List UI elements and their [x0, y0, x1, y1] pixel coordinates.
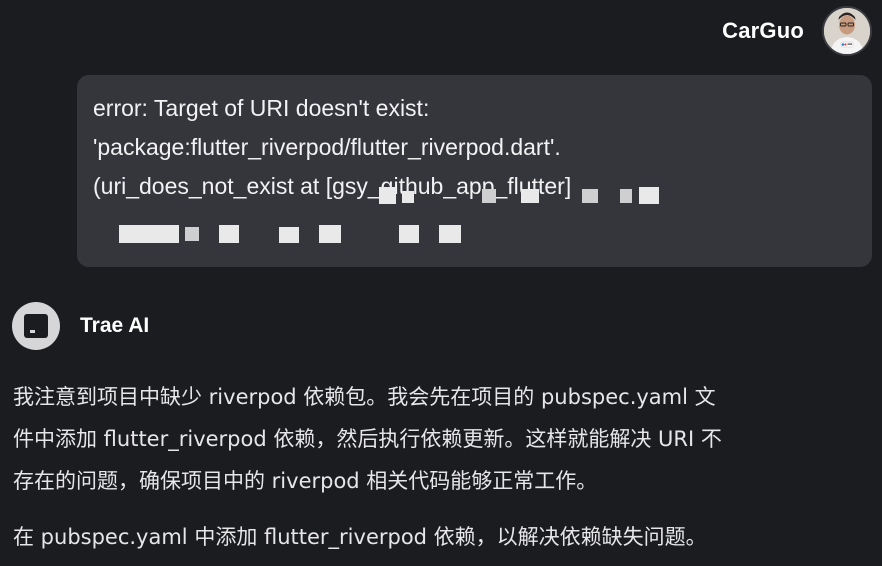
redaction-block: [399, 225, 419, 243]
error-line: error: Target of URI doesn't exist:: [93, 95, 430, 121]
reply-paragraph: 在 pubspec.yaml 中添加 flutter_riverpod 依赖，以…: [13, 525, 707, 549]
reply-paragraph: 我注意到项目中缺少 riverpod 依赖包。我会先在项目的 pubspec.y…: [13, 376, 875, 502]
clipped-region: [77, 210, 872, 226]
redaction-block: [219, 225, 239, 243]
user-message-bubble: error: Target of URI doesn't exist: 'pac…: [77, 75, 872, 267]
redaction-block: [119, 225, 179, 243]
redaction-block: [185, 227, 199, 241]
redaction-block: [582, 189, 598, 203]
reply-line: 件中添加 flutter_riverpod 依赖，然后执行依赖更新。这样就能解决…: [13, 427, 722, 451]
reply-line: 我注意到项目中缺少 riverpod 依赖包。我会先在项目的 pubspec.y…: [13, 385, 716, 409]
redaction-block: [482, 189, 496, 203]
truncate-fade: [77, 253, 872, 267]
reply-line: 存在的问题，确保项目中的 riverpod 相关代码能够正常工作。: [13, 469, 598, 493]
redaction-block: [319, 225, 341, 243]
redaction-block: [402, 191, 414, 203]
assistant-name: Trae AI: [80, 314, 150, 337]
chat-panel: CarGuo error: Target of URI doesn't exis…: [0, 0, 882, 566]
error-line: 'package:flutter_riverpod/flutter_riverp…: [93, 134, 561, 160]
trae-logo-icon: [24, 314, 48, 338]
redaction-block: [639, 187, 659, 204]
assistant-avatar: [12, 302, 60, 350]
assistant-reply: 我注意到项目中缺少 riverpod 依赖包。我会先在项目的 pubspec.y…: [13, 376, 875, 558]
avatar-image: [824, 8, 870, 54]
redaction-block: [439, 225, 461, 243]
error-line: (uri_does_not_exist at [gsy_github_app_f…: [93, 173, 572, 199]
user-header: CarGuo: [722, 6, 872, 56]
redaction-block: [620, 189, 632, 203]
person-avatar-icon[interactable]: [822, 6, 872, 56]
redaction-block: [279, 227, 299, 243]
user-name: CarGuo: [722, 18, 804, 43]
assistant-header: Trae AI: [12, 302, 149, 350]
redaction-block: [379, 187, 396, 204]
redaction-block: [521, 189, 539, 203]
